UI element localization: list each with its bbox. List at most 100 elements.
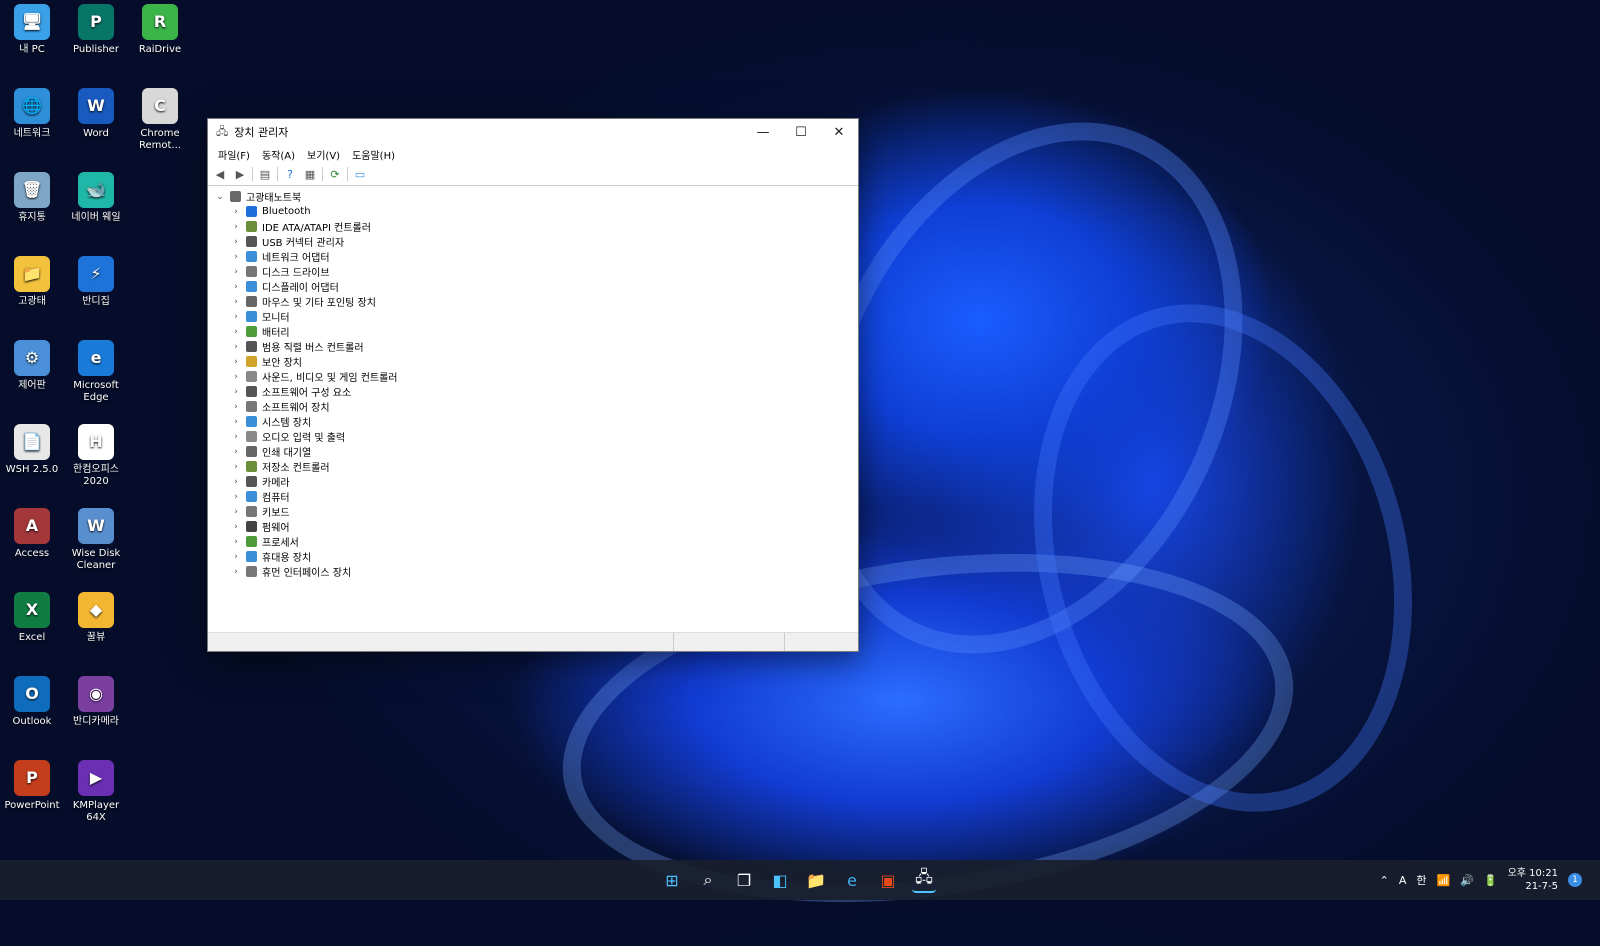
tree-item[interactable]: › 시스템 장치 bbox=[230, 414, 311, 429]
menu-view[interactable]: 보기(V) bbox=[301, 147, 346, 162]
menu-action[interactable]: 동작(A) bbox=[256, 147, 301, 162]
tree-item[interactable]: › 소프트웨어 장치 bbox=[230, 399, 330, 414]
tree-item[interactable]: › USB 커넥터 관리자 bbox=[230, 234, 344, 249]
start-windows-icon[interactable]: ⊞ bbox=[660, 868, 684, 892]
desktop-icon[interactable]: P Publisher bbox=[64, 0, 128, 56]
tree-item[interactable]: › 디스크 드라이브 bbox=[230, 264, 330, 279]
chevron-right-icon[interactable]: › bbox=[230, 342, 242, 352]
desktop-icon[interactable]: ◉ 반디카메라 bbox=[64, 672, 128, 728]
task-view-icon[interactable]: ❐ bbox=[732, 868, 756, 892]
chevron-right-icon[interactable]: › bbox=[230, 237, 242, 247]
chevron-right-icon[interactable]: › bbox=[230, 447, 242, 457]
tree-item[interactable]: › 모니터 bbox=[230, 309, 290, 324]
desktop-icon[interactable]: 🖥 내 PC bbox=[0, 0, 64, 56]
desktop-icon[interactable]: ▶ KMPlayer 64X bbox=[64, 756, 128, 824]
chevron-up-icon[interactable]: ⌃ bbox=[1380, 874, 1389, 887]
desktop-icon[interactable]: C Chrome Remot... bbox=[128, 84, 192, 152]
file-explorer-icon[interactable]: 📁 bbox=[804, 868, 828, 892]
desktop-icon[interactable]: e Microsoft Edge bbox=[64, 336, 128, 404]
notification-badge[interactable]: 1 bbox=[1568, 873, 1582, 887]
device-tree[interactable]: ⌄ 고광태노트북 › Bluetooth › IDE ATA/ATAPI 컨트롤러 › U… bbox=[208, 187, 858, 631]
chevron-right-icon[interactable]: › bbox=[230, 222, 242, 232]
tree-item[interactable]: › 컴퓨터 bbox=[230, 489, 290, 504]
chevron-right-icon[interactable]: › bbox=[230, 432, 242, 442]
tree-item[interactable]: › 휴대용 장치 bbox=[230, 549, 311, 564]
chevron-right-icon[interactable]: › bbox=[230, 312, 242, 322]
desktop-icon[interactable]: ◆ 꿀뷰 bbox=[64, 588, 128, 644]
wifi-icon[interactable]: 📶 bbox=[1436, 874, 1450, 887]
edge-icon[interactable]: e bbox=[840, 868, 864, 892]
close-button[interactable]: ✕ bbox=[820, 119, 858, 145]
maximize-button[interactable]: ☐ bbox=[782, 119, 820, 145]
tree-item[interactable]: › 사운드, 비디오 및 게임 컨트롤러 bbox=[230, 369, 398, 384]
monitor-icon[interactable]: ▭ bbox=[352, 167, 368, 181]
tree-item[interactable]: › 펌웨어 bbox=[230, 519, 290, 534]
chevron-right-icon[interactable]: › bbox=[230, 282, 242, 292]
desktop-icon[interactable]: 🌐 네트워크 bbox=[0, 84, 64, 140]
clock[interactable]: 오후 10:21 21-7-5 bbox=[1508, 867, 1558, 893]
chevron-right-icon[interactable]: › bbox=[230, 522, 242, 532]
scan-hardware-icon[interactable]: ⟳ bbox=[327, 167, 343, 181]
chevron-right-icon[interactable]: › bbox=[230, 252, 242, 262]
battery-icon[interactable]: 🔋 bbox=[1484, 874, 1498, 887]
search-icon[interactable]: ⌕ bbox=[696, 868, 720, 892]
back-arrow-icon[interactable]: ◀ bbox=[212, 167, 228, 181]
chevron-down-icon[interactable]: ⌄ bbox=[214, 192, 226, 202]
tree-item[interactable]: › 배터리 bbox=[230, 324, 290, 339]
chevron-right-icon[interactable]: › bbox=[230, 477, 242, 487]
desktop-icon[interactable]: W Word bbox=[64, 84, 128, 140]
chevron-right-icon[interactable]: › bbox=[230, 327, 242, 337]
tree-item[interactable]: › 범용 직렬 버스 컨트롤러 bbox=[230, 339, 364, 354]
desktop-icon[interactable]: H 한컴오피스 2020 bbox=[64, 420, 128, 488]
desktop-icon[interactable]: 🐋 네이버 웨일 bbox=[64, 168, 128, 224]
tree-item[interactable]: › 인쇄 대기열 bbox=[230, 444, 311, 459]
tree-item[interactable]: › 프로세서 bbox=[230, 534, 299, 549]
chevron-right-icon[interactable]: › bbox=[230, 417, 242, 427]
tree-item[interactable]: › 키보드 bbox=[230, 504, 290, 519]
chevron-right-icon[interactable]: › bbox=[230, 462, 242, 472]
properties-icon[interactable]: ▦ bbox=[302, 167, 318, 181]
desktop-icon[interactable]: 🗑 휴지통 bbox=[0, 168, 64, 224]
chevron-right-icon[interactable]: › bbox=[230, 357, 242, 367]
chevron-right-icon[interactable]: › bbox=[230, 402, 242, 412]
chevron-right-icon[interactable]: › bbox=[230, 267, 242, 277]
chevron-right-icon[interactable]: › bbox=[230, 207, 242, 217]
desktop-icon[interactable]: X Excel bbox=[0, 588, 64, 644]
tree-item[interactable]: › 보안 장치 bbox=[230, 354, 302, 369]
desktop-icon[interactable]: ⚙ 제어판 bbox=[0, 336, 64, 392]
tree-item[interactable]: › 오디오 입력 및 출력 bbox=[230, 429, 345, 444]
tree-item[interactable]: › 저장소 컨트롤러 bbox=[230, 459, 330, 474]
ime-mode-han[interactable]: 한 bbox=[1416, 872, 1426, 888]
device-manager-window[interactable]: 🖧 장치 관리자 — ☐ ✕ 파일(F) 동작(A) 보기(V) 도움말(H) … bbox=[207, 118, 859, 652]
chevron-right-icon[interactable]: › bbox=[230, 537, 242, 547]
desktop-icon[interactable]: 📄 WSH 2.5.0 bbox=[0, 420, 64, 476]
show-hide-tree-icon[interactable]: ▤ bbox=[257, 167, 273, 181]
minimize-button[interactable]: — bbox=[744, 119, 782, 145]
menu-file[interactable]: 파일(F) bbox=[212, 147, 256, 162]
chevron-right-icon[interactable]: › bbox=[230, 387, 242, 397]
desktop-icon[interactable]: ⚡ 반디집 bbox=[64, 252, 128, 308]
speaker-icon[interactable]: 🔊 bbox=[1460, 874, 1474, 887]
chevron-right-icon[interactable]: › bbox=[230, 372, 242, 382]
office-icon[interactable]: ▣ bbox=[876, 868, 900, 892]
chevron-right-icon[interactable]: › bbox=[230, 507, 242, 517]
forward-arrow-icon[interactable]: ▶ bbox=[232, 167, 248, 181]
widgets-icon[interactable]: ◧ bbox=[768, 868, 792, 892]
tree-item[interactable]: › 휴먼 인터페이스 장치 bbox=[230, 564, 351, 579]
tree-item[interactable]: › 디스플레이 어댑터 bbox=[230, 279, 339, 294]
help-icon[interactable]: ? bbox=[282, 167, 298, 181]
desktop-icon[interactable]: 📁 고광태 bbox=[0, 252, 64, 308]
tree-item[interactable]: › 카메라 bbox=[230, 474, 290, 489]
chevron-right-icon[interactable]: › bbox=[230, 552, 242, 562]
tree-item[interactable]: › 네트워크 어댑터 bbox=[230, 249, 330, 264]
desktop-icon[interactable]: R RaiDrive bbox=[128, 0, 192, 56]
tree-item[interactable]: › 소프트웨어 구성 요소 bbox=[230, 384, 351, 399]
title-bar[interactable]: 🖧 장치 관리자 — ☐ ✕ bbox=[208, 119, 858, 145]
tree-item[interactable]: › IDE ATA/ATAPI 컨트롤러 bbox=[230, 219, 371, 234]
desktop-icon[interactable]: W Wise Disk Cleaner bbox=[64, 504, 128, 572]
ime-mode-a[interactable]: A bbox=[1399, 874, 1407, 887]
chevron-right-icon[interactable]: › bbox=[230, 297, 242, 307]
tree-root[interactable]: ⌄ 고광태노트북 bbox=[214, 189, 301, 204]
chevron-right-icon[interactable]: › bbox=[230, 567, 242, 577]
desktop-icon[interactable]: O Outlook bbox=[0, 672, 64, 728]
